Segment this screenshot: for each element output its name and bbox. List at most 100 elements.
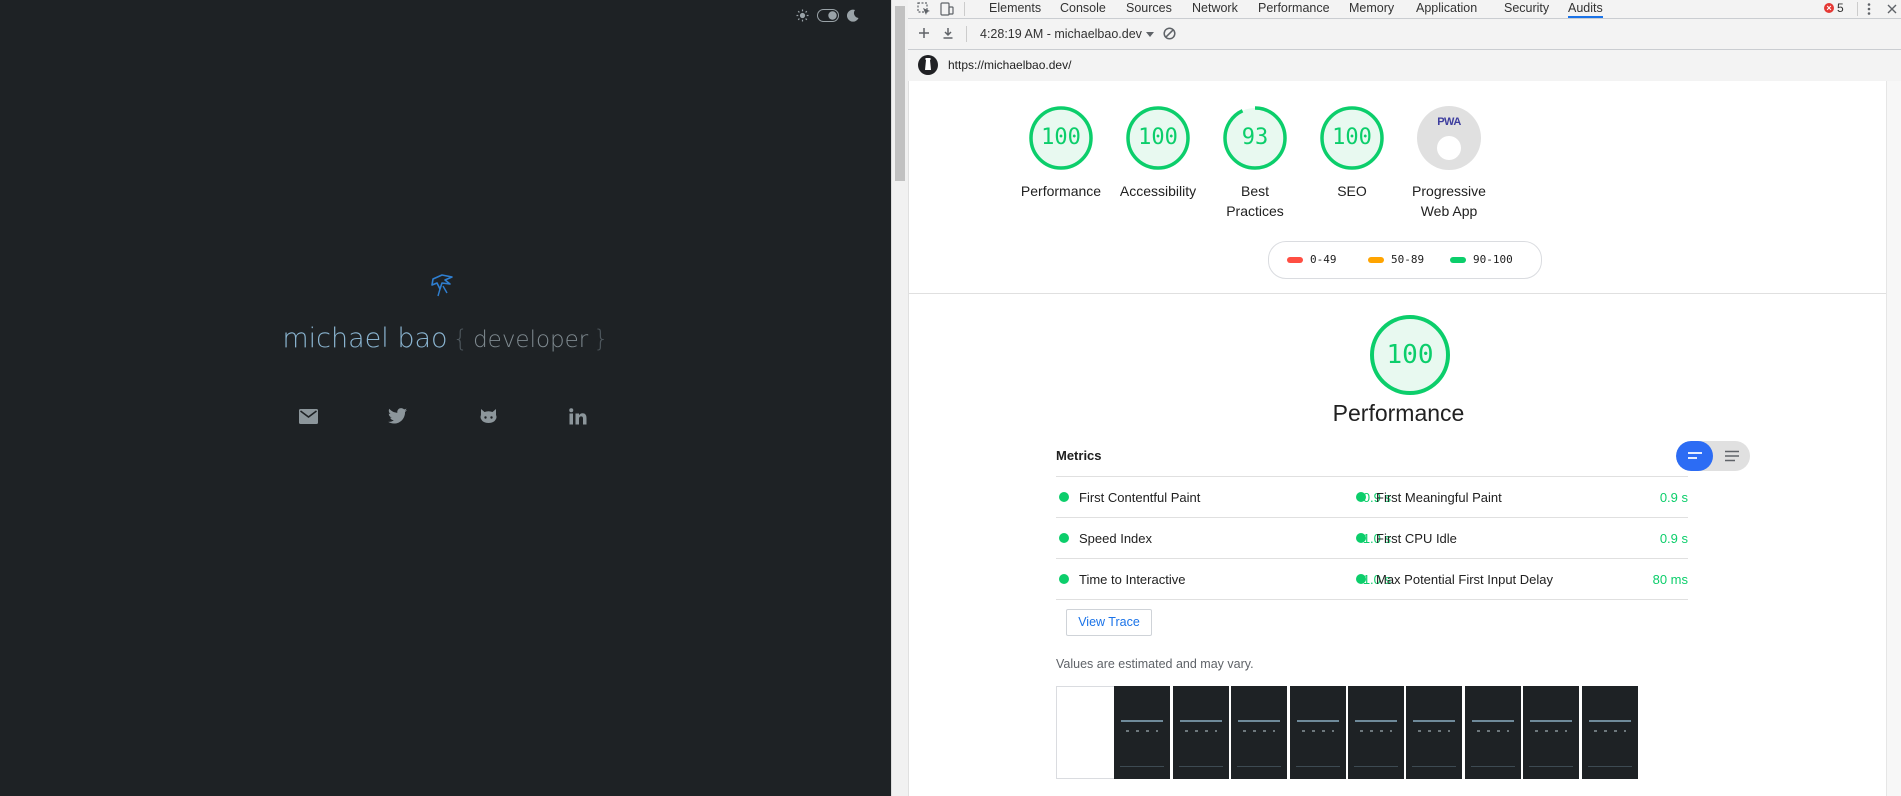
metric-name: Time to Interactive (1079, 572, 1186, 587)
pass-indicator-icon (1059, 574, 1069, 584)
compact-view-icon[interactable] (1676, 441, 1713, 471)
legend-item-pass: 90-100 (1450, 253, 1513, 266)
lighthouse-report: 100 Performance 100 Accessibility 93 Best Pra… (908, 81, 1901, 796)
pass-indicator-icon (1356, 533, 1366, 543)
metric-value: 0.9 s (1659, 490, 1688, 505)
gauge-score: 100 (1332, 125, 1372, 150)
report-url-bar: https://michaelbao.dev/ (908, 50, 1901, 82)
tab-application[interactable]: Application (1416, 0, 1477, 18)
error-count-badge[interactable]: × 5 (1824, 1, 1844, 15)
lighthouse-icon (918, 55, 938, 75)
tab-memory[interactable]: Memory (1349, 0, 1394, 18)
gauge-label: Performance (1020, 183, 1102, 199)
mail-icon[interactable] (296, 404, 320, 428)
tab-sources[interactable]: Sources (1126, 0, 1172, 18)
github-icon[interactable] (476, 404, 500, 428)
error-count: 5 (1837, 1, 1844, 15)
theme-switcher[interactable] (796, 9, 859, 22)
audit-run-select[interactable]: 4:28:19 AM - michaelbao.dev (980, 27, 1154, 41)
devtools-panel: Elements Console Sources Network Perform… (908, 0, 1901, 796)
toggle-switch-icon[interactable] (817, 9, 839, 22)
metric-name: First Meaningful Paint (1376, 490, 1502, 505)
metric-row: First Contentful Paint 0.9 s (1056, 476, 1391, 518)
gauge-score: 100 (1041, 125, 1081, 150)
metric-name: Speed Index (1079, 531, 1153, 546)
filmstrip-frame (1464, 686, 1521, 779)
site-role: developer (473, 327, 589, 353)
moon-icon (847, 9, 859, 22)
tab-performance[interactable]: Performance (1258, 0, 1330, 18)
gauge-ring: 100 (1028, 105, 1094, 171)
twitter-icon[interactable] (385, 404, 409, 428)
gauge-ring: 93 (1222, 105, 1288, 171)
more-options-icon[interactable] (1866, 0, 1872, 18)
report-url[interactable]: https://michaelbao.dev/ (948, 58, 1071, 72)
category-gauge[interactable]: PWA Progressive Web App (1394, 105, 1504, 221)
metric-name: Max Potential First Input Delay (1376, 572, 1554, 587)
linkedin-icon[interactable] (566, 404, 590, 428)
new-audit-icon[interactable] (918, 27, 930, 42)
website-viewport: michael bao { developer } (0, 0, 891, 796)
category-gauge[interactable]: 93 Best Practices (1200, 105, 1310, 221)
metric-row: Time to Interactive 1.0 s (1056, 558, 1391, 600)
download-report-icon[interactable] (942, 27, 954, 42)
performance-score: 100 (1386, 340, 1434, 370)
page-scrollbar-thumb[interactable] (895, 6, 905, 181)
tab-console[interactable]: Console (1060, 0, 1106, 18)
filmstrip-frame (1348, 686, 1404, 779)
device-toolbar-icon[interactable] (940, 0, 954, 18)
gauge-label: Progressive Web App (1412, 183, 1486, 219)
pwa-badge-icon: PWA (1437, 116, 1461, 128)
clear-all-icon[interactable] (1163, 27, 1176, 43)
legend-swatch-average (1368, 256, 1384, 263)
chevron-down-icon (1145, 27, 1154, 41)
category-gauge[interactable]: 100 SEO (1297, 105, 1407, 201)
gauge-label: Best Practices (1226, 183, 1284, 219)
metric-value: 0.9 s (1659, 531, 1688, 546)
performance-title: Performance (1332, 400, 1465, 426)
pass-indicator-icon (1356, 574, 1366, 584)
close-devtools-icon[interactable] (1887, 0, 1897, 18)
gauge-score: 93 (1241, 125, 1269, 150)
gauge-label: SEO (1337, 183, 1367, 199)
audit-run-label: 4:28:19 AM - michaelbao.dev (980, 27, 1142, 41)
metrics-bottom-border (1353, 599, 1688, 600)
page-scrollbar[interactable] (891, 0, 909, 796)
filmstrip-frame (1523, 686, 1580, 779)
legend-swatch-pass (1450, 256, 1466, 263)
site-name: michael bao (282, 323, 448, 354)
legend-range-pass: 90-100 (1473, 253, 1513, 266)
estimate-note: Values are estimated and may vary. (1056, 657, 1254, 671)
category-gauge[interactable]: 100 Performance (1006, 105, 1116, 201)
tab-security[interactable]: Security (1504, 0, 1549, 18)
tab-network[interactable]: Network (1192, 0, 1238, 18)
tab-elements[interactable]: Elements (989, 0, 1041, 18)
legend-range-average: 50-89 (1391, 253, 1425, 266)
metric-value: 80 ms (1652, 572, 1688, 587)
filmstrip-frame (1231, 686, 1288, 779)
site-heading: michael bao { developer } (0, 323, 891, 354)
gauge-label: Accessibility (1119, 183, 1197, 199)
legend-range-fail: 0-49 (1310, 253, 1337, 266)
category-gauge[interactable]: 100 Accessibility (1103, 105, 1213, 201)
expanded-view-icon[interactable] (1713, 441, 1750, 471)
error-icon: × (1824, 3, 1834, 13)
legend-swatch-fail (1287, 256, 1303, 263)
metric-row: Max Potential First Input Delay 80 ms (1353, 558, 1688, 600)
pass-indicator-icon (1059, 533, 1069, 543)
filmstrip-frame (1289, 686, 1346, 779)
metrics-view-toggle[interactable] (1676, 441, 1750, 471)
inspect-element-icon[interactable] (917, 0, 931, 18)
metric-name: First Contentful Paint (1079, 490, 1201, 505)
view-trace-button[interactable]: View Trace (1066, 609, 1152, 636)
legend-item-fail: 0-49 (1287, 253, 1337, 266)
metric-row: Speed Index 1.0 s (1056, 517, 1391, 559)
pass-indicator-icon (1059, 492, 1069, 502)
report-scrollbar[interactable] (1886, 81, 1901, 796)
tab-audits[interactable]: Audits (1568, 0, 1603, 18)
metric-name: First CPU Idle (1376, 531, 1457, 546)
filmstrip-frame (1406, 686, 1463, 779)
filmstrip-frame (1056, 686, 1115, 779)
metric-row: First Meaningful Paint 0.9 s (1353, 476, 1688, 518)
gauge-ring: 100 (1125, 105, 1191, 171)
